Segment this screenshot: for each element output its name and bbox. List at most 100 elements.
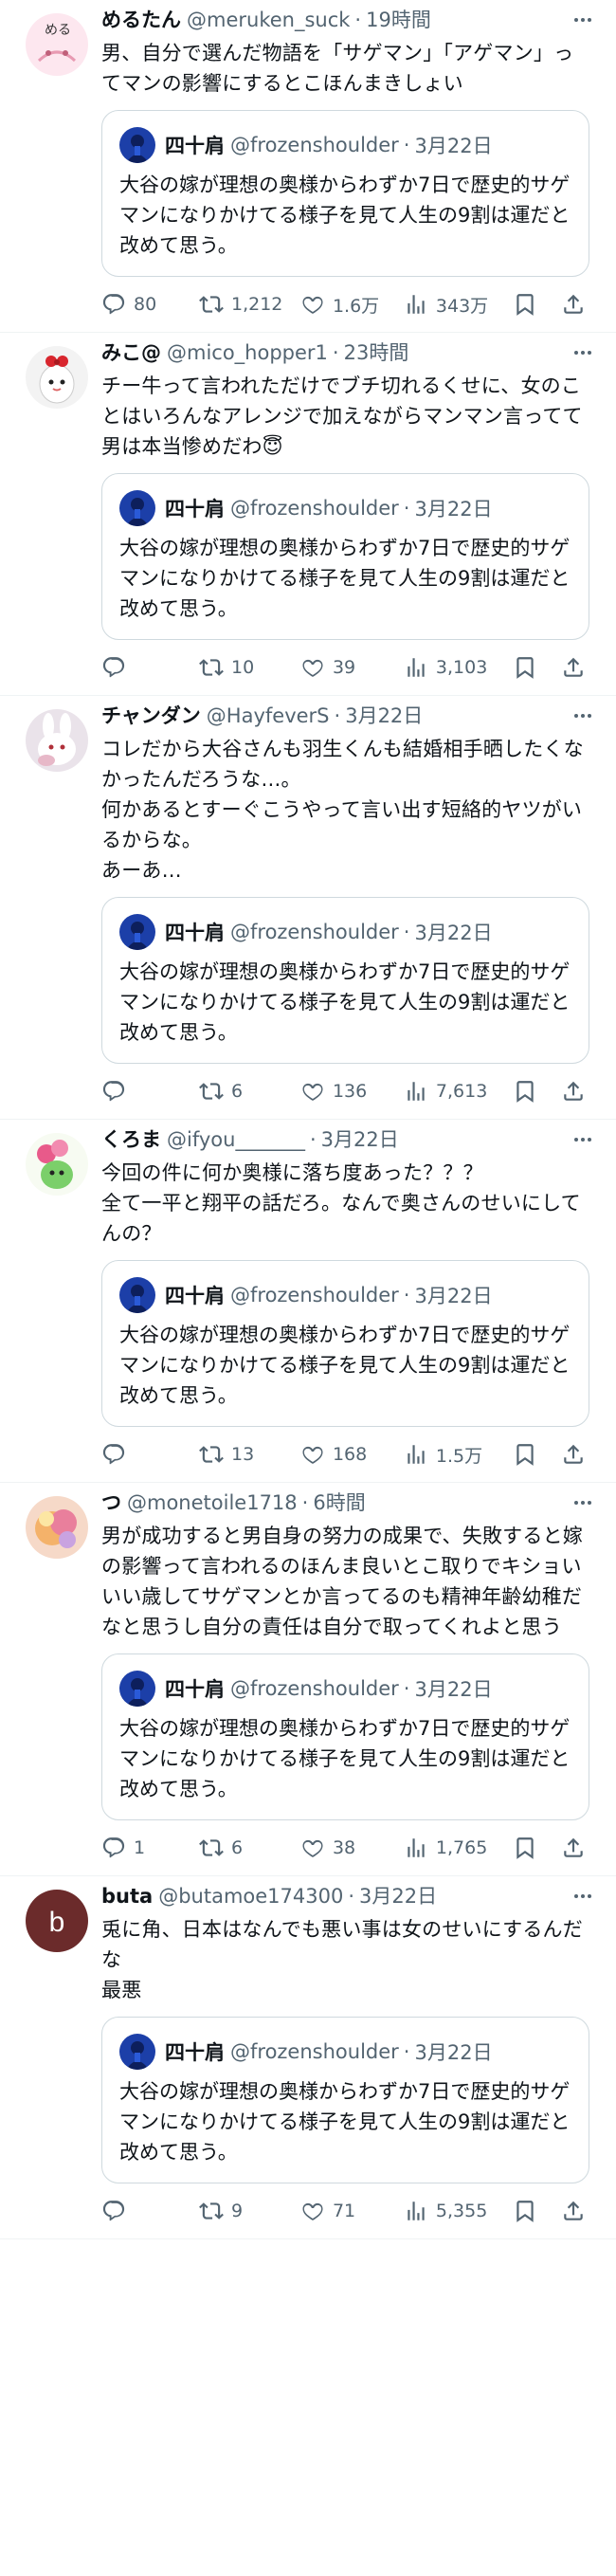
- avatar[interactable]: [26, 346, 88, 409]
- timestamp[interactable]: 6時間: [313, 1487, 365, 1519]
- quoted-tweet-text: 大谷の嫁が理想の奥様からわずか7日で歴史的サゲマンになりかけてる様子を見て人生の…: [119, 960, 571, 1044]
- reply-button[interactable]: [101, 655, 199, 680]
- views-icon: [404, 2199, 428, 2223]
- quoted-tweet[interactable]: 四十肩 @frozenshoulder · 3月22日 大谷の嫁が理想の奥様からわずか7…: [101, 1653, 589, 1820]
- avatar[interactable]: b: [26, 1890, 88, 1952]
- views-icon: [404, 1079, 428, 1104]
- user-handle[interactable]: @butamoe174300: [158, 1880, 343, 1912]
- quoted-avatar: [119, 914, 155, 950]
- tweet-header: みこ@ @mico_hopper1 · 23時間: [101, 337, 589, 369]
- reply-button[interactable]: [101, 1079, 199, 1104]
- more-options-button[interactable]: [569, 702, 597, 730]
- more-options-button[interactable]: [569, 338, 597, 367]
- user-handle[interactable]: @monetoile1718: [127, 1487, 298, 1519]
- reply-button[interactable]: 80: [101, 292, 199, 317]
- quoted-timestamp: 3月22日: [414, 1285, 493, 1307]
- retweet-button[interactable]: 10: [199, 655, 300, 680]
- retweet-count: 10: [231, 657, 255, 678]
- reply-button[interactable]: [101, 2199, 199, 2223]
- bookmark-button[interactable]: [513, 1836, 562, 1860]
- avatar[interactable]: める: [26, 13, 88, 76]
- share-button[interactable]: [561, 1079, 589, 1104]
- share-button[interactable]: [561, 1442, 589, 1467]
- reply-button[interactable]: [101, 1442, 199, 1467]
- tweet[interactable]: みこ@ @mico_hopper1 · 23時間 チー牛って言われただけでブチ切れるくせ…: [0, 333, 616, 696]
- share-button[interactable]: [561, 1836, 589, 1860]
- more-options-button[interactable]: [569, 1125, 597, 1154]
- retweet-button[interactable]: 6: [199, 1079, 300, 1104]
- bookmark-button[interactable]: [513, 1079, 562, 1104]
- like-button[interactable]: 38: [300, 1836, 404, 1860]
- quoted-display-name: 四十肩: [165, 498, 225, 521]
- more-options-button[interactable]: [569, 6, 597, 34]
- quoted-tweet[interactable]: 四十肩 @frozenshoulder · 3月22日 大谷の嫁が理想の奥様からわずか7…: [101, 1260, 589, 1427]
- share-button[interactable]: [561, 2199, 589, 2223]
- views-button[interactable]: 1.5万: [404, 1442, 513, 1468]
- tweet[interactable]: b buta @butamoe174300 · 3月22日 兎に角、日本はなんでも悪い事は…: [0, 1876, 616, 2239]
- timestamp[interactable]: 3月22日: [321, 1124, 399, 1156]
- quoted-user-handle: @frozenshoulder: [230, 2040, 399, 2063]
- tweet-actions: 80 1,212 1.6万 343万: [101, 277, 589, 332]
- views-button[interactable]: 1,765: [404, 1836, 513, 1860]
- retweet-button[interactable]: 9: [199, 2199, 300, 2223]
- like-button[interactable]: 39: [300, 655, 404, 680]
- avatar[interactable]: [26, 709, 88, 772]
- bookmark-button[interactable]: [513, 2199, 562, 2223]
- quoted-tweet[interactable]: 四十肩 @frozenshoulder · 3月22日 大谷の嫁が理想の奥様からわずか7…: [101, 897, 589, 1064]
- more-options-button[interactable]: [569, 1489, 597, 1517]
- like-button[interactable]: 1.6万: [300, 292, 404, 318]
- separator-dot: ·: [334, 704, 341, 727]
- like-count: 39: [332, 657, 356, 678]
- retweet-icon: [199, 1442, 224, 1467]
- timestamp[interactable]: 23時間: [344, 337, 409, 369]
- views-button[interactable]: 343万: [404, 292, 513, 318]
- quoted-tweet-text: 大谷の嫁が理想の奥様からわずか7日で歴史的サゲマンになりかけてる様子を見て人生の…: [119, 2080, 571, 2164]
- user-handle[interactable]: @ifyou_______: [167, 1124, 305, 1156]
- separator-dot: ·: [309, 1128, 317, 1151]
- user-handle[interactable]: @HayfeverS: [207, 700, 330, 732]
- timestamp[interactable]: 19時間: [366, 4, 431, 36]
- bookmark-button[interactable]: [513, 655, 562, 680]
- timestamp[interactable]: 3月22日: [345, 700, 423, 732]
- like-button[interactable]: 168: [300, 1442, 404, 1467]
- quoted-tweet[interactable]: 四十肩 @frozenshoulder · 3月22日 大谷の嫁が理想の奥様からわずか7…: [101, 473, 589, 640]
- tweet[interactable]: くろま @ifyou_______ · 3月22日 今回の件に何か奥様に落ち度あった？？…: [0, 1120, 616, 1483]
- timestamp[interactable]: 3月22日: [359, 1880, 437, 1912]
- retweet-count: 1,212: [231, 294, 283, 315]
- views-button[interactable]: 3,103: [404, 655, 513, 680]
- retweet-button[interactable]: 6: [199, 1836, 300, 1860]
- quoted-avatar: [119, 1671, 155, 1707]
- display-name[interactable]: チャンダン: [101, 700, 201, 732]
- bookmark-button[interactable]: [513, 1442, 562, 1467]
- quoted-tweet[interactable]: 四十肩 @frozenshoulder · 3月22日 大谷の嫁が理想の奥様からわずか7…: [101, 2017, 589, 2183]
- quoted-tweet[interactable]: 四十肩 @frozenshoulder · 3月22日 大谷の嫁が理想の奥様からわずか7…: [101, 110, 589, 277]
- more-options-button[interactable]: [569, 1882, 597, 1910]
- avatar[interactable]: [26, 1496, 88, 1559]
- quoted-tweet-text: 大谷の嫁が理想の奥様からわずか7日で歴史的サゲマンになりかけてる様子を見て人生の…: [119, 1324, 571, 1407]
- display-name[interactable]: めるたん: [101, 4, 181, 36]
- user-handle[interactable]: @mico_hopper1: [167, 337, 328, 369]
- display-name[interactable]: buta: [101, 1880, 153, 1912]
- tweet[interactable]: つ @monetoile1718 · 6時間 男が成功すると男自身の努力の成果で、失敗す…: [0, 1483, 616, 1876]
- separator-dot: ·: [403, 497, 410, 520]
- share-button[interactable]: [561, 292, 589, 317]
- like-button[interactable]: 136: [300, 1079, 404, 1104]
- views-button[interactable]: 5,355: [404, 2199, 513, 2223]
- avatar[interactable]: [26, 1133, 88, 1196]
- bookmark-button[interactable]: [513, 292, 562, 317]
- tweet[interactable]: チャンダン @HayfeverS · 3月22日 コレだから大谷さんも羽生くんも結婚相手…: [0, 696, 616, 1120]
- views-count: 3,103: [435, 657, 488, 678]
- display-name[interactable]: みこ@: [101, 337, 161, 369]
- views-button[interactable]: 7,613: [404, 1079, 513, 1104]
- display-name[interactable]: くろま: [101, 1124, 161, 1156]
- like-button[interactable]: 71: [300, 2199, 404, 2223]
- tweet-text: 男、自分で選んだ物語を「サゲマン」「アゲマン」ってマンの影響にするとこほんまきし…: [101, 42, 574, 95]
- user-handle[interactable]: @meruken_suck: [187, 4, 350, 36]
- share-button[interactable]: [561, 655, 589, 680]
- retweet-icon: [199, 1079, 224, 1104]
- retweet-button[interactable]: 13: [199, 1442, 300, 1467]
- retweet-button[interactable]: 1,212: [199, 292, 300, 317]
- tweet[interactable]: める めるたん @meruken_suck · 19時間 男、自分で選んだ物語を「サゲマン…: [0, 0, 616, 333]
- reply-button[interactable]: 1: [101, 1836, 199, 1860]
- display-name[interactable]: つ: [101, 1487, 121, 1519]
